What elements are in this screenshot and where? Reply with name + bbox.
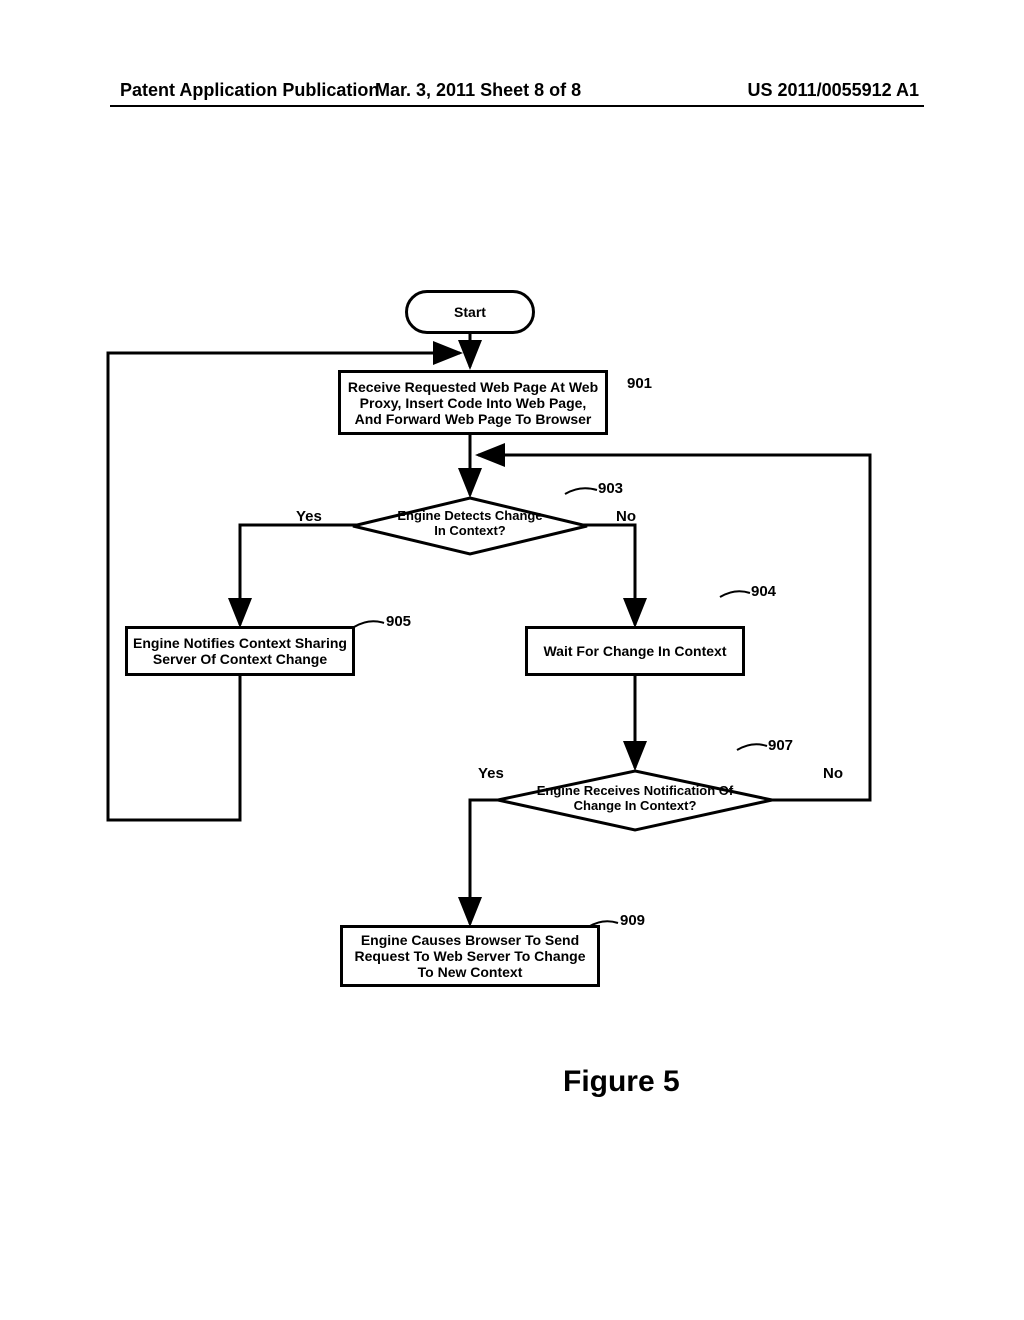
ref-903: 903 (598, 480, 623, 497)
process-904-text: Wait For Change In Context (543, 643, 726, 659)
header-divider (110, 105, 924, 107)
process-905: Engine Notifies Context Sharing Server O… (125, 626, 355, 676)
ref-909: 909 (620, 912, 645, 929)
decision-907-no: No (823, 765, 843, 782)
figure-caption: Figure 5 (563, 1065, 680, 1099)
process-904: Wait For Change In Context (525, 626, 745, 676)
decision-907 (495, 768, 775, 833)
start-terminal: Start (405, 290, 535, 334)
ref-907: 907 (768, 737, 793, 754)
header-publication: Patent Application Publication (120, 80, 379, 101)
decision-903 (350, 495, 590, 557)
ref-904: 904 (751, 583, 776, 600)
header-patent-number: US 2011/0055912 A1 (748, 80, 919, 101)
process-905-text: Engine Notifies Context Sharing Server O… (133, 635, 347, 667)
process-909-text: Engine Causes Browser To Send Request To… (348, 932, 592, 980)
decision-903-yes: Yes (296, 508, 322, 525)
start-label: Start (454, 304, 486, 320)
flowchart-diagram: Start Receive Requested Web Page At Web … (100, 290, 920, 1060)
ref-905: 905 (386, 613, 411, 630)
header-date-sheet: Mar. 3, 2011 Sheet 8 of 8 (375, 80, 581, 101)
process-901-text: Receive Requested Web Page At Web Proxy,… (346, 379, 600, 427)
decision-903-no: No (616, 508, 636, 525)
decision-907-yes: Yes (478, 765, 504, 782)
process-901: Receive Requested Web Page At Web Proxy,… (338, 370, 608, 435)
process-909: Engine Causes Browser To Send Request To… (340, 925, 600, 987)
ref-901: 901 (627, 375, 652, 392)
